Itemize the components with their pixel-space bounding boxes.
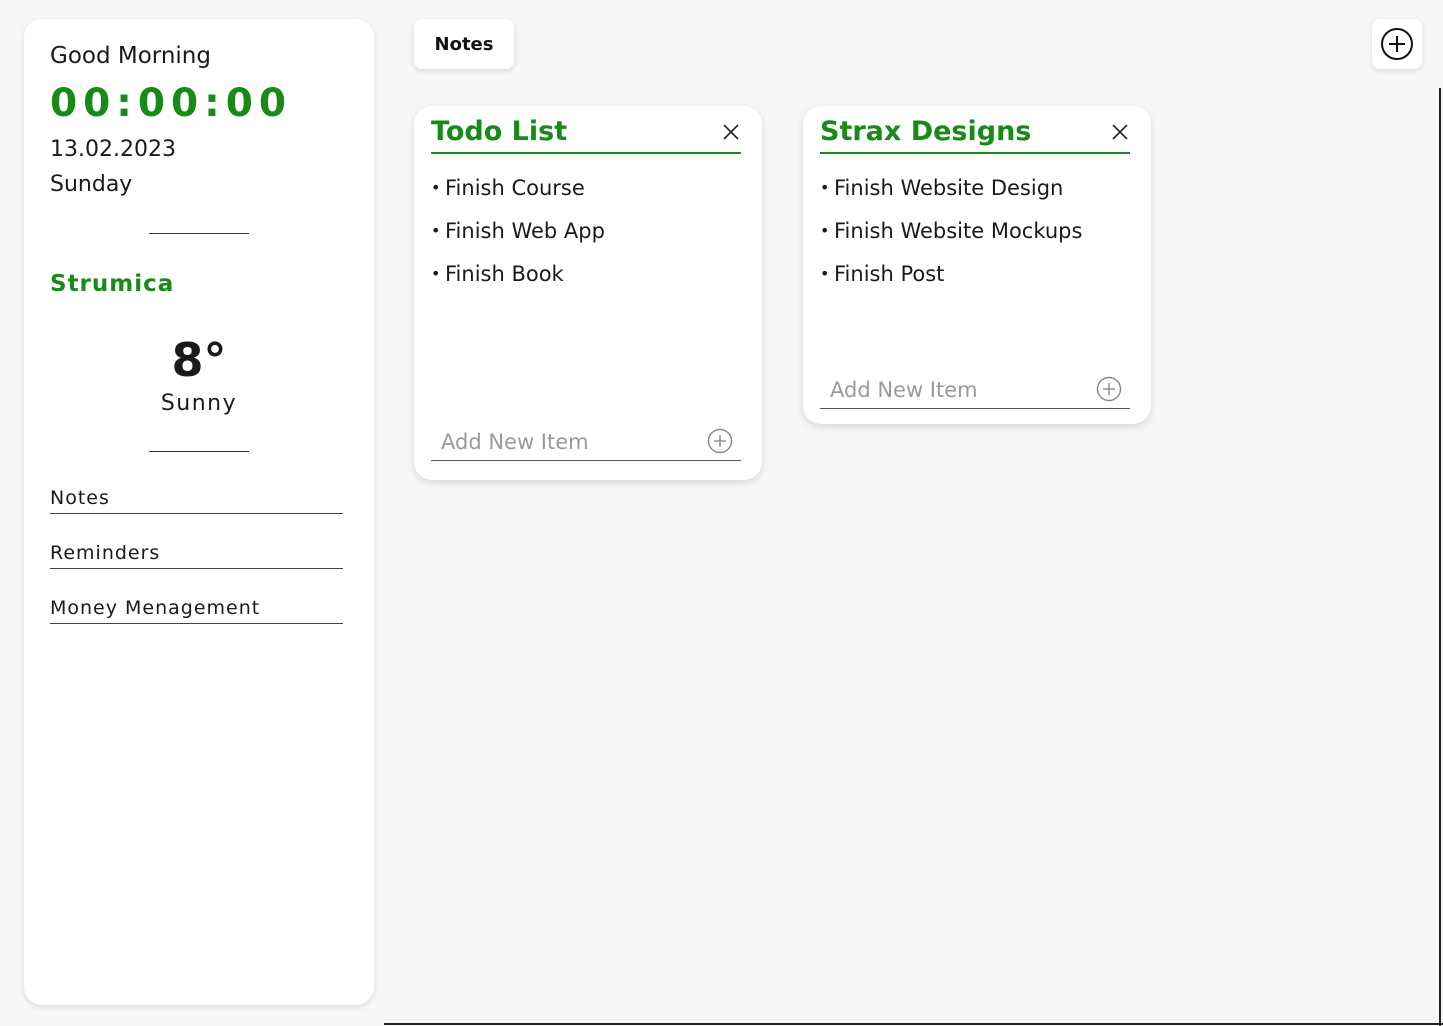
card-header: Strax Designs — [820, 116, 1130, 154]
list-item: • Finish Website Mockups — [820, 219, 1082, 262]
add-note-button[interactable] — [1372, 19, 1422, 69]
list-item-text: Finish Book — [445, 262, 564, 286]
card-title: Strax Designs — [820, 116, 1032, 147]
weather-temperature: 8° — [171, 333, 227, 387]
greeting-text: Good Morning — [50, 43, 211, 69]
add-item-input[interactable] — [431, 424, 713, 460]
list-item: • Finish Book — [431, 262, 605, 305]
window-edge-bottom — [384, 1023, 1443, 1025]
add-item-plus-icon[interactable] — [1096, 376, 1122, 402]
window-edge-right — [1439, 88, 1441, 1026]
list-item: • Finish Course — [431, 176, 605, 219]
nav-item-notes[interactable]: Notes — [50, 487, 343, 514]
bullet-icon: • — [820, 178, 830, 197]
divider — [149, 451, 249, 452]
sidebar-nav: Notes Reminders Money Menagement — [50, 487, 343, 652]
list-item-text: Finish Website Design — [834, 176, 1064, 200]
list-item-text: Finish Post — [834, 262, 945, 286]
tab-notes[interactable]: Notes — [414, 19, 514, 69]
clock-display: 00:00:00 — [50, 81, 293, 126]
add-item-row — [820, 372, 1130, 409]
list-item: • Finish Post — [820, 262, 1082, 305]
card-header: Todo List — [431, 116, 741, 154]
list-item-text: Finish Web App — [445, 219, 605, 243]
plus-circle-icon — [1381, 28, 1413, 60]
note-items-list: • Finish Website Design • Finish Website M… — [820, 176, 1082, 305]
add-item-row — [431, 424, 741, 461]
list-item-text: Finish Website Mockups — [834, 219, 1083, 243]
note-card-todo-list: Todo List • Finish Course • Finish Web App… — [414, 106, 762, 480]
weather-city: Strumica — [50, 271, 175, 297]
divider — [149, 233, 249, 234]
add-item-plus-icon[interactable] — [707, 428, 733, 454]
bullet-icon: • — [431, 178, 441, 197]
date-text: 13.02.2023 — [50, 137, 176, 162]
bullet-icon: • — [820, 221, 830, 240]
card-title: Todo List — [431, 116, 568, 147]
bullet-icon: • — [431, 221, 441, 240]
list-item-text: Finish Course — [445, 176, 585, 200]
close-icon[interactable] — [721, 122, 741, 142]
nav-item-money-management[interactable]: Money Menagement — [50, 597, 343, 624]
add-item-input[interactable] — [820, 372, 1102, 408]
sidebar: Good Morning 00:00:00 13.02.2023 Sunday … — [24, 19, 374, 1005]
day-text: Sunday — [50, 172, 133, 197]
note-items-list: • Finish Course • Finish Web App • Finish B… — [431, 176, 605, 305]
bullet-icon: • — [820, 264, 830, 283]
nav-item-reminders[interactable]: Reminders — [50, 542, 343, 569]
list-item: • Finish Web App — [431, 219, 605, 262]
close-icon[interactable] — [1110, 122, 1130, 142]
bullet-icon: • — [431, 264, 441, 283]
note-card-strax-designs: Strax Designs • Finish Website Design • Fi… — [803, 106, 1151, 424]
weather-condition: Sunny — [160, 391, 238, 416]
list-item: • Finish Website Design — [820, 176, 1082, 219]
